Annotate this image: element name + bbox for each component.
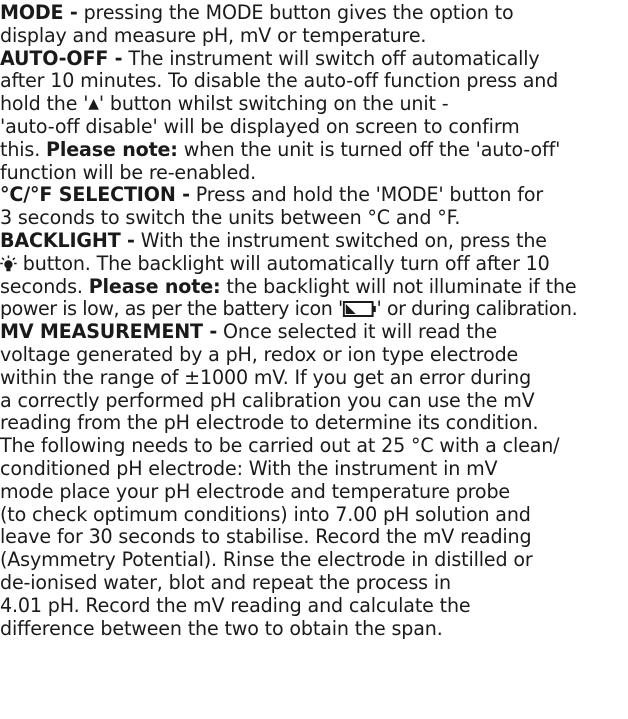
- backlight-line-2: button. The backlight will automatically…: [0, 251, 624, 276]
- auto-off-line-1: AUTO-OFF - The instrument will switch of…: [0, 46, 624, 71]
- mode-text: pressing the MODE button gives the optio…: [77, 1, 514, 24]
- unit-selection-heading: °C/°F SELECTION -: [0, 183, 190, 207]
- mv-measurement-line: The following needs to be carried out at…: [0, 434, 560, 458]
- auto-off-text: this.: [0, 137, 47, 161]
- mv-measurement-line: reading from the pH electrode to determi…: [0, 411, 539, 435]
- mode-line-1: MODE - pressing the MODE button gives th…: [0, 1, 624, 25]
- mv-measurement-heading: MV MEASUREMENT -: [0, 320, 218, 344]
- backlight-line-4: power is low, as per the battery icon ' …: [0, 297, 624, 321]
- backlight-line-3: seconds. Please note: the backlight will…: [0, 274, 624, 299]
- unit-selection-text: Press and hold the 'MODE' button for: [189, 183, 544, 207]
- mv-measurement-line: within the range of ±1000 mV. If you get…: [0, 365, 532, 389]
- backlight-text: With the instrument switched on, press t…: [134, 228, 547, 252]
- please-note-label: Please note:: [46, 137, 178, 161]
- mode-line-2: display and measure pH, mV or temperatur…: [0, 23, 427, 47]
- backlight-line-1: BACKLIGHT - With the instrument switched…: [0, 228, 624, 253]
- please-note-label: Please note:: [88, 274, 221, 298]
- backlight-text: the backlight will not illuminate if the: [220, 274, 577, 298]
- auto-off-line-2: after 10 minutes. To disable the auto-of…: [0, 69, 559, 93]
- mv-measurement-line: (to check optimum conditions) into 7.00 …: [0, 502, 531, 526]
- mv-measurement-line: conditioned pH electrode: With the instr…: [0, 456, 498, 480]
- mv-measurement-line: (Asymmetry Potential). Rinse the electro…: [0, 548, 533, 572]
- backlight-heading: BACKLIGHT -: [0, 228, 135, 252]
- mv-measurement-line: a correctly performed pH calibration you…: [0, 388, 535, 412]
- up-arrow-icon: ▲: [88, 96, 99, 113]
- mv-measurement-line: difference between the two to obtain the…: [0, 616, 443, 640]
- backlight-text: button. The backlight will automatically…: [16, 251, 550, 275]
- auto-off-text: when the unit is turned off the 'auto-of…: [177, 137, 561, 161]
- auto-off-text: ' button whilst switching on the unit -: [98, 92, 449, 116]
- auto-off-text: hold the ': [0, 92, 89, 116]
- backlight-text: ' or during calibration.: [376, 297, 578, 321]
- auto-off-line-6: function will be re-enabled.: [0, 160, 257, 184]
- auto-off-line-5: this. Please note: when the unit is turn…: [0, 137, 624, 162]
- mv-measurement-line: de-ionised water, blot and repeat the pr…: [0, 570, 451, 594]
- mv-measurement-line: voltage generated by a pH, redox or ion …: [0, 342, 519, 366]
- mv-measurement-line: mode place your pH electrode and tempera…: [0, 479, 510, 503]
- auto-off-heading: AUTO-OFF -: [0, 46, 123, 70]
- unit-selection-line-1: °C/°F SELECTION - Press and hold the 'MO…: [0, 183, 624, 207]
- mv-measurement-line-1: MV MEASUREMENT - Once selected it will r…: [0, 320, 624, 344]
- backlight-text: seconds.: [0, 274, 89, 298]
- battery-low-icon: [342, 300, 377, 318]
- unit-selection-line-2: 3 seconds to switch the units between °C…: [0, 206, 461, 230]
- mv-measurement-line: leave for 30 seconds to stabilise. Recor…: [0, 525, 532, 549]
- mode-heading: MODE -: [0, 1, 78, 24]
- auto-off-line-3: hold the '▲' button whilst switching on …: [0, 92, 624, 116]
- backlight-text: power is low, as per the battery icon ': [0, 297, 343, 321]
- mv-measurement-text: Once selected it will read the: [217, 320, 498, 344]
- mv-measurement-line: 4.01 pH. Record the mV reading and calcu…: [0, 593, 471, 617]
- manual-page: MODE - pressing the MODE button gives th…: [0, 1, 628, 640]
- lightbulb-icon: [0, 255, 17, 272]
- auto-off-line-4: 'auto-off disable' will be displayed on …: [0, 114, 520, 138]
- auto-off-text: The instrument will switch off automatic…: [122, 46, 540, 70]
